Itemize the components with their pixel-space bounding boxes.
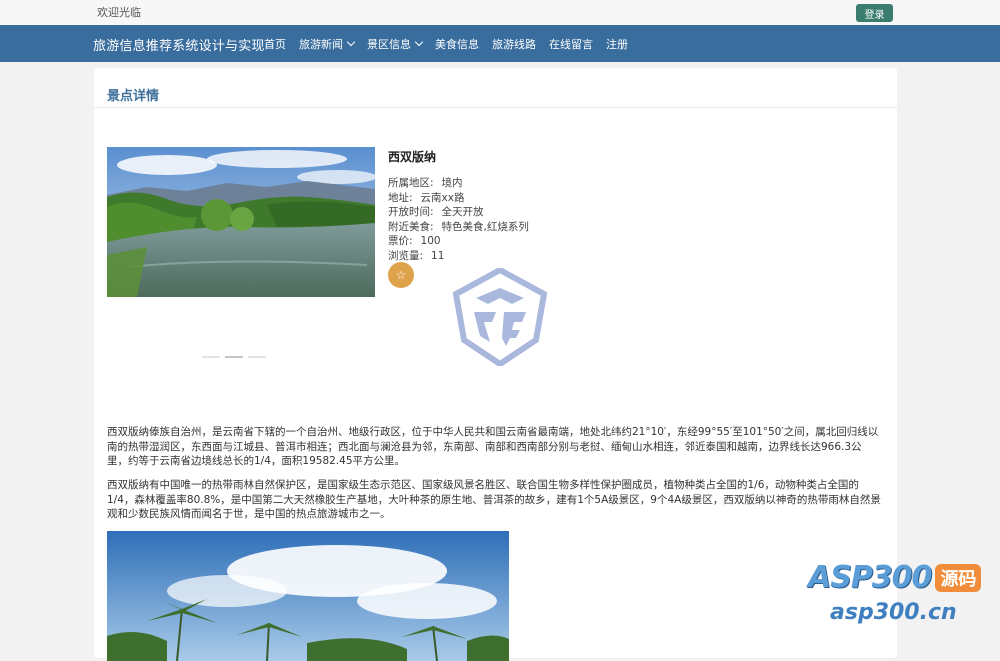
login-button[interactable]: 登录 (856, 4, 893, 22)
favorite-button[interactable]: ☆ (388, 262, 414, 288)
nav-item-home[interactable]: 首页 (264, 36, 286, 52)
nav-item-travel-news[interactable]: 旅游新闻 (299, 36, 356, 52)
panel-title: 景点详情 (107, 89, 160, 104)
watermark-badge: 源码 (935, 563, 982, 592)
spot-name: 西双版纳 (388, 150, 437, 164)
nav-item-travel-routes[interactable]: 旅游线路 (492, 36, 536, 52)
divider (94, 107, 897, 108)
chevron-down-icon (346, 37, 356, 47)
info-region: 所属地区: 境内 (388, 177, 463, 189)
watermark-url: asp300.cn (830, 600, 957, 625)
info-nearby-food: 附近美食: 特色美食,红烧系列 (388, 220, 529, 233)
nav-item-register[interactable]: 注册 (606, 36, 628, 52)
welcome-text: 欢迎光临 (97, 6, 141, 19)
scenic-carousel-image[interactable] (107, 147, 375, 297)
carousel-dot[interactable] (248, 356, 266, 358)
nav-item-messages[interactable]: 在线留言 (549, 36, 593, 52)
top-bar: 欢迎光临 登录 (0, 0, 1000, 25)
info-price: 票价: 100 (388, 235, 441, 247)
star-outline-icon: ☆ (395, 268, 407, 282)
nav-item-scenic-info[interactable]: 景区信息 (367, 36, 424, 52)
description-paragraph: 西双版纳有中国唯一的热带雨林自然保护区，是国家级生态示范区、国家级风景名胜区、联… (107, 479, 881, 520)
content-image (107, 531, 509, 661)
carousel-indicators (202, 356, 266, 358)
asp300-watermark: ASP300 源码 asp300.cn (808, 560, 998, 632)
watermark-brand: ASP300 (808, 560, 932, 595)
info-address: 地址: 云南xx路 (388, 191, 465, 204)
carousel-dot[interactable] (225, 356, 243, 358)
info-views: 浏览量: 11 (388, 249, 445, 262)
main-navbar: 旅游信息推荐系统设计与实现 首页 旅游新闻 景区信息 美食信息 旅游线路 在线留… (0, 25, 1000, 62)
description-paragraph: 西双版纳傣族自治州，是云南省下辖的一个自治州、地级行政区，位于中华人民共和国云南… (107, 426, 879, 467)
spot-info: 所属地区: 境内 地址: 云南xx路 开放时间: 全天开放 附近美食: 特色美食,红烧系… (388, 176, 529, 263)
site-brand[interactable]: 旅游信息推荐系统设计与实现 (93, 35, 265, 54)
carousel-dot[interactable] (202, 356, 220, 358)
info-open-time: 开放时间: 全天开放 (388, 206, 484, 218)
nav-menu: 首页 旅游新闻 景区信息 美食信息 旅游线路 在线留言 注册 (264, 25, 641, 62)
chevron-down-icon (414, 37, 424, 47)
nav-item-food-info[interactable]: 美食信息 (435, 36, 479, 52)
watermark-logo (452, 266, 548, 368)
